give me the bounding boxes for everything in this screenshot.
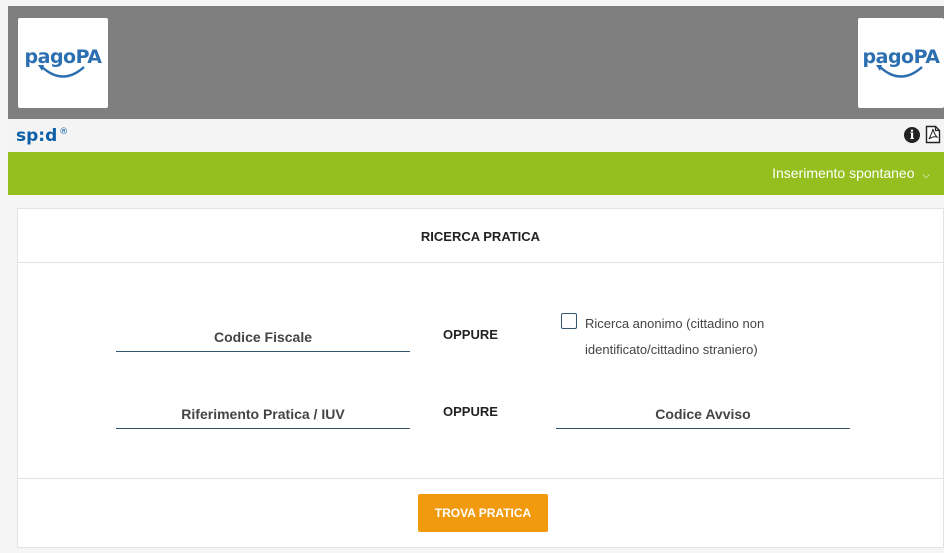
pagopa-arc-icon [38, 65, 85, 78]
pagopa-logo-right[interactable]: pagoPA [858, 18, 944, 108]
oppure-label: OPPURE [443, 404, 498, 419]
riferimento-pratica-input[interactable] [116, 399, 410, 429]
spid-registered-mark: ® [59, 127, 69, 138]
panel-footer: TROVA PRATICA [18, 478, 943, 548]
oppure-label: OPPURE [443, 327, 498, 342]
nav-bar: Inserimento spontaneo ⌵ [8, 152, 944, 195]
pagopa-arc-icon [876, 65, 923, 78]
panel-title: RICERCA PRATICA [18, 209, 943, 263]
ricerca-anonimo-checkbox[interactable] [561, 313, 577, 329]
menu-label: Inserimento spontaneo [772, 165, 915, 181]
pdf-icon[interactable] [925, 125, 941, 144]
codice-avviso-input[interactable] [556, 399, 850, 429]
inserimento-spontaneo-menu[interactable]: Inserimento spontaneo ⌵ [772, 165, 930, 181]
trova-pratica-button[interactable]: TROVA PRATICA [418, 494, 548, 532]
spid-logo[interactable]: sp:d ® [16, 126, 68, 146]
spid-logo-text: sp:d [16, 126, 58, 146]
codice-fiscale-input[interactable] [116, 322, 410, 352]
pagopa-logo-left[interactable]: pagoPA [18, 18, 108, 108]
ricerca-anonimo-label: Ricerca anonimo (cittadino non identific… [585, 316, 765, 357]
header-band [8, 6, 944, 119]
ricerca-pratica-panel: RICERCA PRATICA OPPURE Ricerca anonimo (… [17, 208, 944, 548]
spid-bar: sp:d ® i [8, 119, 944, 152]
chevron-down-icon: ⌵ [922, 170, 930, 181]
info-icon[interactable]: i [904, 127, 920, 143]
